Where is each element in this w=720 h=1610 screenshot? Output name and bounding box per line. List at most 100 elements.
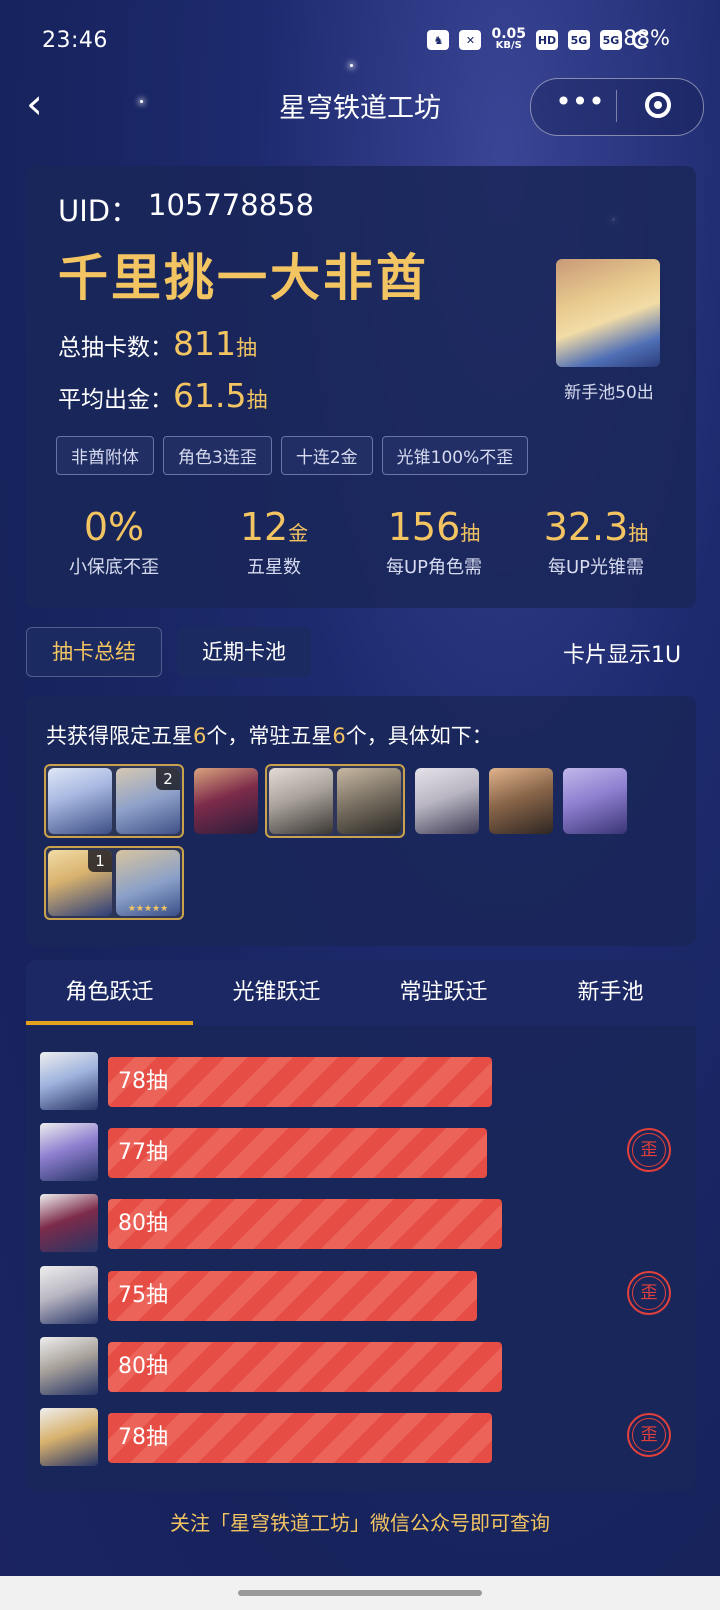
pull-count-bar: 78抽 [108, 1057, 492, 1107]
count-badge: 1 [88, 850, 112, 872]
average-gold-value: 61.5 [173, 376, 247, 415]
tab-beginner-warp[interactable]: 新手池 [527, 960, 694, 1026]
off-banner-stamp-icon: 歪 [627, 1413, 671, 1457]
pull-count-label: 75抽 [118, 1282, 168, 1308]
character-avatar[interactable] [40, 1194, 98, 1253]
tab-recent-banners[interactable]: 近期卡池 [177, 627, 311, 677]
tag: 十连2金 [280, 436, 373, 475]
stat-label: 五星数 [247, 557, 301, 578]
five-star-group[interactable] [265, 764, 405, 838]
pull-count-label: 78抽 [118, 1425, 168, 1450]
tab-lightcone-warp[interactable]: 光锥跃迁 [193, 960, 360, 1026]
pull-row: 77抽 歪 [40, 1123, 700, 1182]
mute-icon: ✕ [459, 30, 482, 50]
pull-row: 75抽 歪 [40, 1265, 700, 1324]
hd-icon: HD [536, 30, 558, 50]
character-thumbnail[interactable] [489, 768, 553, 834]
character-avatar[interactable] [40, 1265, 98, 1324]
desc-text: 个，常驻五星 [206, 724, 333, 748]
five-star-group[interactable]: 2 [44, 764, 184, 838]
pull-row: 80抽 [40, 1336, 700, 1395]
stat-unit: 金 [288, 521, 309, 545]
pull-count-bar: 80抽 [108, 1341, 502, 1392]
pull-count-bar: 77抽 [108, 1128, 487, 1179]
pull-row: 78抽 歪 [40, 1408, 700, 1466]
beginner-banner-caption: 新手池50出 [564, 383, 654, 403]
pull-count-label: 77抽 [118, 1140, 168, 1166]
character-avatar[interactable] [40, 1408, 98, 1466]
total-pulls-label: 总抽卡数： [58, 335, 173, 361]
footer-note: 关注「星穹铁道工坊」微信公众号即可查询 [170, 1511, 550, 1535]
stat-per-up-character: 156抽 每UP角色需 [354, 505, 514, 579]
rarity-stars: ★★★★★ [127, 904, 169, 914]
pull-row: 78抽 [40, 1052, 700, 1110]
tag: 角色3连歪 [163, 436, 272, 475]
character-thumbnail[interactable] [48, 768, 112, 834]
five-star-description: 共获得限定五星6个，常驻五星6个，具体如下： [46, 720, 493, 750]
stat-value: 12 [239, 505, 289, 549]
stat-no-off-rate: 0% 小保底不歪 [34, 505, 194, 579]
character-avatar[interactable] [40, 1123, 98, 1182]
close-target-button[interactable] [645, 92, 671, 118]
stat-label: 小保底不歪 [69, 557, 159, 578]
average-gold: 平均出金：61.5抽 [58, 376, 267, 415]
character-avatar[interactable] [40, 1336, 98, 1395]
character-thumbnail[interactable] [563, 768, 627, 834]
tag: 非酋附体 [56, 436, 154, 475]
count-badge: 2 [156, 768, 180, 790]
lightcone-thumbnail[interactable]: ★★★★★ [116, 850, 180, 916]
pull-count-label: 80抽 [118, 1353, 168, 1379]
uid-value: 105778858 [148, 188, 315, 222]
more-options-button[interactable]: ••• [555, 84, 605, 124]
active-tab-indicator [26, 1021, 193, 1025]
battery-level: 88% [623, 26, 670, 50]
pull-count-label: 78抽 [118, 1069, 168, 1094]
pull-count-bar: 80抽 [108, 1199, 502, 1250]
net-speed: 0.05 KB/S [491, 26, 526, 51]
tag-row: 非酋附体 角色3连歪 十连2金 光锥100%不歪 [56, 436, 529, 475]
total-pulls: 总抽卡数：811抽 [58, 324, 257, 363]
character-thumbnail[interactable] [415, 768, 479, 834]
character-avatar[interactable] [40, 1052, 98, 1110]
uid-label: UID： [58, 194, 140, 228]
average-gold-label: 平均出金： [58, 387, 173, 413]
stat-per-up-lightcone: 32.3抽 每UP光锥需 [516, 505, 676, 579]
desc-text: 个，具体如下： [345, 724, 493, 748]
limited-count: 6 [193, 724, 207, 748]
tag: 光锥100%不歪 [381, 436, 529, 475]
stat-value: 32.3 [543, 505, 629, 549]
stat-unit: 抽 [628, 521, 649, 545]
character-thumbnail[interactable]: 1 [48, 850, 112, 916]
pull-count-bar: 78抽 [108, 1413, 492, 1463]
tab-character-warp[interactable]: 角色跃迁 [26, 960, 193, 1026]
desc-text: 共获得限定五星 [46, 724, 193, 748]
character-thumbnail[interactable] [194, 768, 258, 834]
signal-5g-icon: 5G [568, 30, 590, 50]
lightcone-thumbnail[interactable]: 2 [116, 768, 180, 834]
off-banner-stamp-icon: 歪 [627, 1270, 671, 1315]
status-icons: ♞ ✕ 0.05 KB/S HD 5G 5G [427, 26, 650, 52]
character-thumbnail[interactable] [269, 768, 333, 834]
tab-standard-warp[interactable]: 常驻跃迁 [360, 960, 527, 1026]
stat-value: 156 [387, 505, 461, 549]
standard-count: 6 [332, 724, 346, 748]
signal-5g-icon-2: 5G [600, 30, 622, 50]
status-time: 23:46 [42, 28, 108, 53]
total-pulls-value: 811 [173, 324, 236, 363]
tab-pull-summary[interactable]: 抽卡总结 [26, 627, 162, 677]
stat-value: 0% [83, 505, 145, 549]
stat-unit: 抽 [460, 521, 481, 545]
five-star-group[interactable]: 1 ★★★★★ [44, 846, 184, 920]
total-pulls-unit: 抽 [236, 336, 257, 360]
card-display-toggle[interactable]: 卡片显示1U [563, 637, 693, 669]
capsule-divider [616, 90, 617, 122]
stat-label: 每UP角色需 [385, 557, 483, 578]
lightcone-thumbnail[interactable] [337, 768, 401, 834]
rank-title: 千里挑一大非酋 [58, 248, 429, 307]
stat-five-star-count: 12金 五星数 [194, 505, 354, 579]
app-notification-icon: ♞ [427, 30, 450, 50]
pull-row: 80抽 [40, 1194, 700, 1253]
background-star [350, 64, 353, 67]
beginner-banner-avatar[interactable] [556, 259, 660, 367]
home-indicator[interactable] [238, 1590, 482, 1596]
